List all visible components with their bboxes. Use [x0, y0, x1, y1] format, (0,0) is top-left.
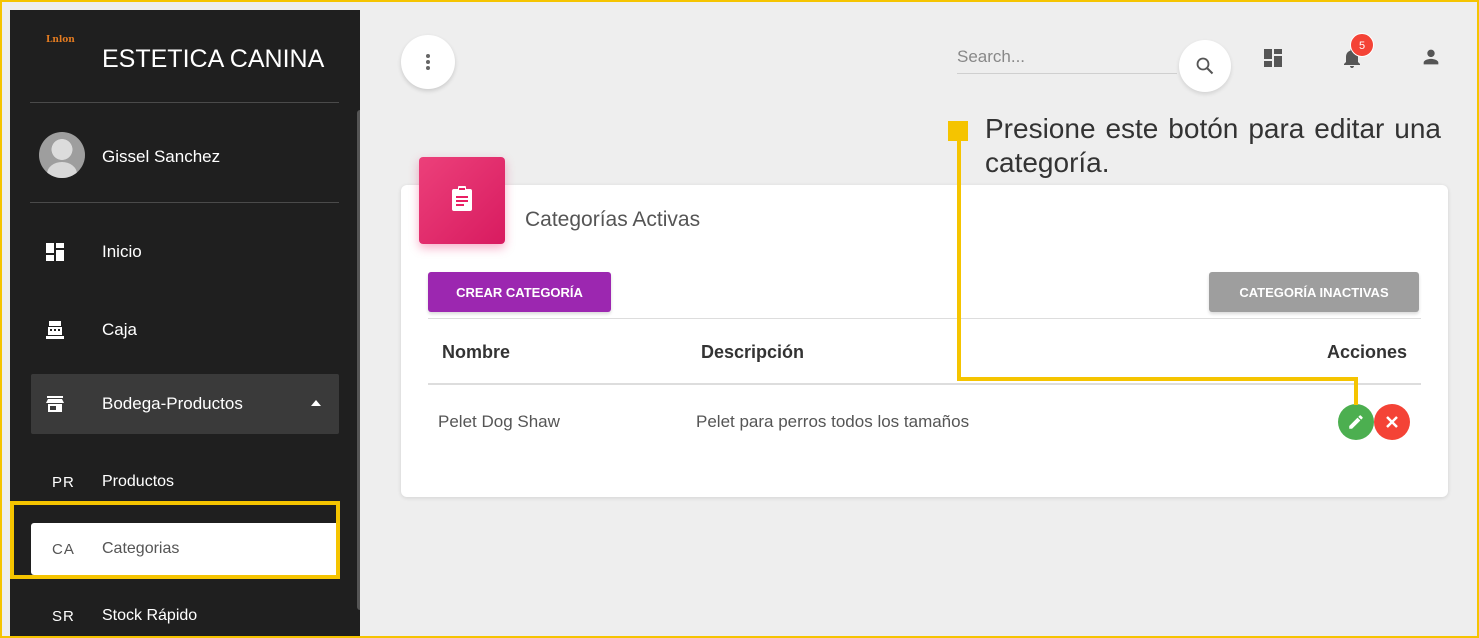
store-icon: [46, 396, 64, 412]
edit-button[interactable]: [1338, 404, 1374, 440]
pencil-icon: [1349, 415, 1363, 429]
avatar: [39, 132, 85, 178]
callout-line: [957, 377, 1358, 381]
card-title: Categorías Activas: [525, 208, 701, 231]
column-header-acciones: Acciones: [1327, 342, 1408, 362]
divider: [30, 102, 339, 103]
clipboard-icon: [452, 186, 472, 211]
brand[interactable]: Lnlon ESTETICA CANINA: [10, 10, 360, 102]
sidebar-scrollbar[interactable]: [357, 110, 360, 610]
subitem-label: Productos: [102, 473, 175, 490]
brand-logo: Lnlon: [46, 35, 75, 45]
subitem-abbr: PR: [52, 473, 75, 491]
cash-register-icon: [46, 321, 64, 339]
sidebar-subitem-categorias[interactable]: CA Categorias: [31, 523, 339, 575]
subitem-label: Stock Rápido: [102, 607, 198, 624]
notification-badge: 5: [1350, 33, 1374, 57]
delete-button[interactable]: [1374, 404, 1410, 440]
dashboard-icon: [46, 243, 64, 261]
sidebar-item-label: Caja: [102, 320, 137, 339]
callout-line: [1354, 377, 1358, 405]
card-header-icon: [419, 157, 505, 244]
sidebar-item-caja[interactable]: Caja: [31, 300, 339, 360]
sidebar-subitem-productos[interactable]: PR Productos: [31, 456, 339, 508]
more-menu-button[interactable]: [401, 35, 455, 89]
sidebar-subitem-stock-rapido[interactable]: SR Stock Rápido: [31, 590, 339, 638]
search-input[interactable]: [957, 40, 1177, 74]
search-icon: [1196, 57, 1214, 75]
divider: [30, 202, 339, 203]
cell-nombre: Pelet Dog Shaw: [438, 412, 560, 431]
user-name: Gissel Sanchez: [102, 147, 221, 166]
close-icon: [1386, 416, 1398, 428]
sidebar-item-label: Inicio: [102, 242, 142, 261]
sidebar-item-inicio[interactable]: Inicio: [31, 222, 339, 282]
sidebar: Lnlon ESTETICA CANINA Gissel Sanchez Ini…: [10, 10, 360, 638]
inactive-categories-button[interactable]: CATEGORÍA INACTIVAS: [1209, 272, 1419, 312]
callout-text: Presione este botón para editar una cate…: [985, 113, 1441, 178]
more-vert-icon: [426, 54, 430, 58]
subitem-abbr: SR: [52, 607, 75, 625]
cell-descripcion: Pelet para perros todos los tamaños: [696, 412, 970, 431]
more-vert-dot: [426, 66, 430, 70]
table-divider: [428, 318, 1421, 319]
user-profile[interactable]: Gissel Sanchez: [10, 120, 360, 190]
callout-line: [957, 138, 961, 380]
create-category-button[interactable]: CREAR CATEGORÍA: [428, 272, 611, 312]
chevron-up-icon: [311, 400, 321, 406]
dashboard-icon[interactable]: [1263, 48, 1283, 68]
subitem-abbr: CA: [52, 540, 75, 558]
person-icon[interactable]: [1420, 46, 1442, 68]
column-header-descripcion: Descripción: [701, 342, 805, 362]
search-button[interactable]: [1179, 40, 1231, 92]
more-vert-dot: [426, 60, 430, 64]
sidebar-item-label: Bodega-Productos: [102, 394, 243, 413]
column-header-nombre: Nombre: [442, 342, 511, 362]
table-header-divider: [428, 383, 1421, 385]
brand-name: ESTETICA CANINA: [102, 45, 325, 73]
sidebar-item-bodega-productos[interactable]: Bodega-Productos: [31, 374, 339, 434]
subitem-label: Categorias: [102, 540, 180, 557]
